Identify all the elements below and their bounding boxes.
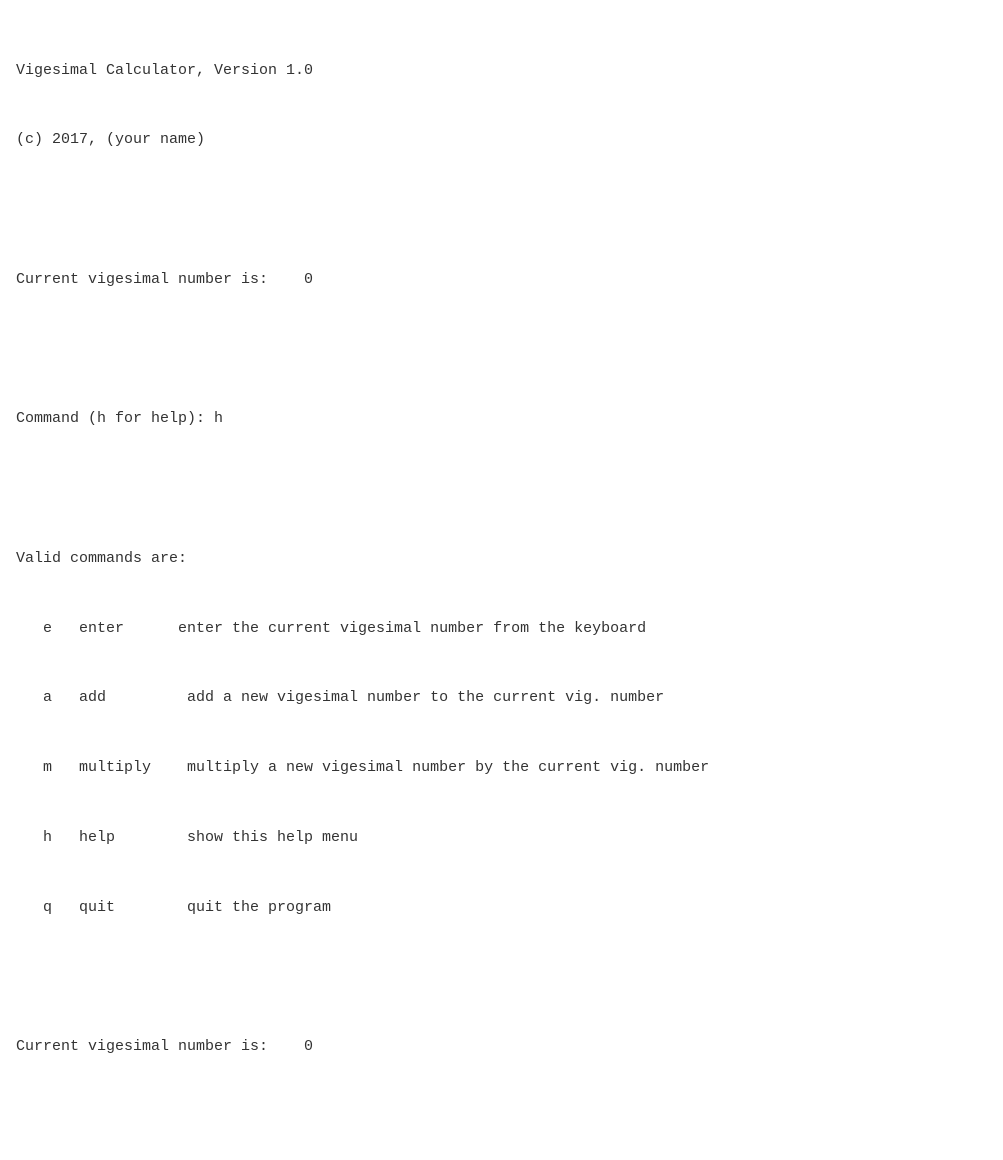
line-empty2: [16, 338, 987, 361]
line-empty3: [16, 477, 987, 500]
line-h: h help show this help menu: [16, 826, 987, 849]
line-e: e enter enter the current vigesimal numb…: [16, 617, 987, 640]
line-a: a add add a new vigesimal number to the …: [16, 686, 987, 709]
line-current2: Current vigesimal number is: 0: [16, 1035, 987, 1058]
terminal-output: Vigesimal Calculator, Version 1.0 (c) 20…: [16, 12, 987, 1160]
line-title2: (c) 2017, (your name): [16, 128, 987, 151]
line-empty1: [16, 198, 987, 221]
line-empty4: [16, 965, 987, 988]
line-title1: Vigesimal Calculator, Version 1.0: [16, 59, 987, 82]
line-m: m multiply multiply a new vigesimal numb…: [16, 756, 987, 779]
line-cmd1: Command (h for help): h: [16, 407, 987, 430]
line-empty5: [16, 1105, 987, 1128]
line-current1: Current vigesimal number is: 0: [16, 268, 987, 291]
line-q: q quit quit the program: [16, 896, 987, 919]
line-valid: Valid commands are:: [16, 547, 987, 570]
